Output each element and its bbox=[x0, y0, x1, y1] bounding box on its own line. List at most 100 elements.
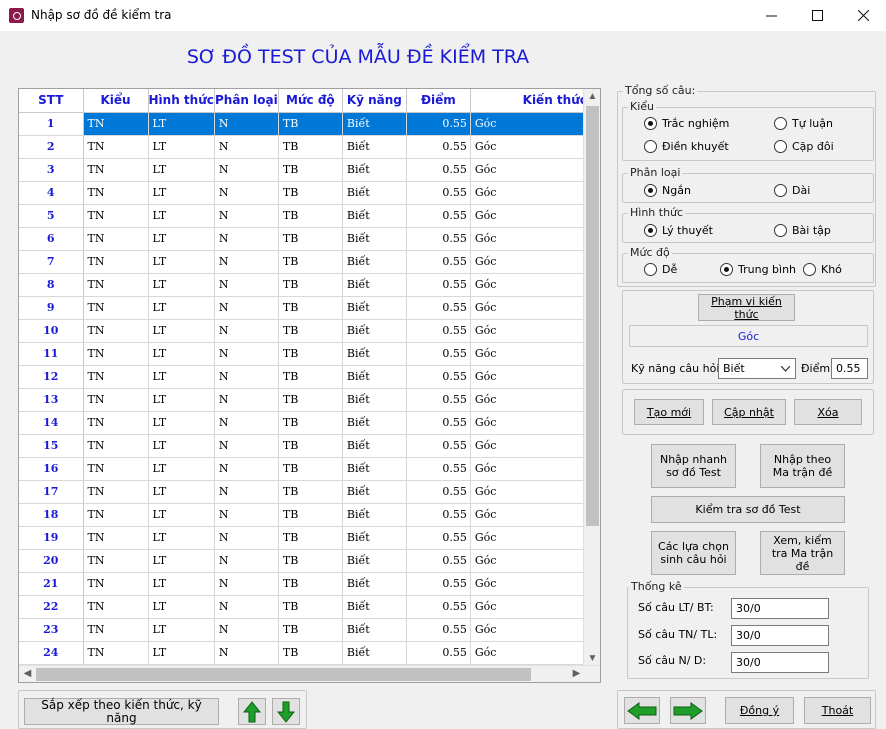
row-number[interactable]: 1 bbox=[19, 112, 84, 136]
table-cell[interactable]: Góc bbox=[470, 273, 588, 297]
table-cell[interactable]: 0.55 bbox=[406, 342, 471, 366]
table-cell[interactable]: TB bbox=[278, 135, 343, 159]
table-cell[interactable]: Biết bbox=[342, 549, 407, 573]
nhap-ma-tran-button[interactable]: Nhập theo Ma trận đề bbox=[760, 444, 845, 488]
table-cell[interactable]: Góc bbox=[470, 572, 588, 596]
table-cell[interactable]: 0.55 bbox=[406, 388, 471, 412]
table-cell[interactable]: N bbox=[214, 641, 279, 665]
radio-cap-doi[interactable]: Cặp đôi bbox=[774, 140, 834, 153]
table-cell[interactable]: LT bbox=[148, 135, 215, 159]
table-row[interactable]: 14 TN LT N TB Biết 0.55 Góc bbox=[19, 411, 588, 435]
table-cell[interactable]: LT bbox=[148, 273, 215, 297]
table-cell[interactable]: N bbox=[214, 549, 279, 573]
table-cell[interactable]: Góc bbox=[470, 457, 588, 481]
table-cell[interactable]: Biết bbox=[342, 342, 407, 366]
table-row[interactable]: 19 TN LT N TB Biết 0.55 Góc bbox=[19, 526, 588, 550]
table-cell[interactable]: TN bbox=[83, 549, 149, 573]
row-number[interactable]: 13 bbox=[19, 388, 84, 412]
table-cell[interactable]: Biết bbox=[342, 526, 407, 550]
table-cell[interactable]: Biết bbox=[342, 595, 407, 619]
table-cell[interactable]: N bbox=[214, 480, 279, 504]
row-number[interactable]: 5 bbox=[19, 204, 84, 228]
table-cell[interactable]: TB bbox=[278, 296, 343, 320]
table-cell[interactable]: 0.55 bbox=[406, 457, 471, 481]
table-cell[interactable]: Góc bbox=[470, 112, 588, 136]
maximize-button[interactable] bbox=[794, 0, 840, 31]
table-cell[interactable]: 0.55 bbox=[406, 595, 471, 619]
table-row[interactable]: 9 TN LT N TB Biết 0.55 Góc bbox=[19, 296, 588, 320]
row-number[interactable]: 24 bbox=[19, 641, 84, 665]
table-cell[interactable]: Biết bbox=[342, 572, 407, 596]
table-cell[interactable]: LT bbox=[148, 595, 215, 619]
table-cell[interactable]: Biết bbox=[342, 158, 407, 182]
table-cell[interactable]: TB bbox=[278, 204, 343, 228]
next-button[interactable] bbox=[670, 697, 706, 724]
row-number[interactable]: 14 bbox=[19, 411, 84, 435]
table-cell[interactable]: N bbox=[214, 503, 279, 527]
table-cell[interactable]: Góc bbox=[470, 434, 588, 458]
table-cell[interactable]: 0.55 bbox=[406, 572, 471, 596]
table-cell[interactable]: LT bbox=[148, 181, 215, 205]
table-cell[interactable]: 0.55 bbox=[406, 296, 471, 320]
table-cell[interactable]: N bbox=[214, 457, 279, 481]
table-cell[interactable]: 0.55 bbox=[406, 503, 471, 527]
table-cell[interactable]: N bbox=[214, 181, 279, 205]
table-cell[interactable]: TN bbox=[83, 457, 149, 481]
table-row[interactable]: 12 TN LT N TB Biết 0.55 Góc bbox=[19, 365, 588, 389]
row-number[interactable]: 21 bbox=[19, 572, 84, 596]
table-cell[interactable]: N bbox=[214, 411, 279, 435]
tn-tl-field[interactable]: 30/0 bbox=[731, 625, 829, 646]
table-cell[interactable]: 0.55 bbox=[406, 434, 471, 458]
table-cell[interactable]: TB bbox=[278, 181, 343, 205]
row-number[interactable]: 10 bbox=[19, 319, 84, 343]
column-header[interactable]: Điểm bbox=[406, 89, 471, 113]
row-number[interactable]: 4 bbox=[19, 181, 84, 205]
table-row[interactable]: 10 TN LT N TB Biết 0.55 Góc bbox=[19, 319, 588, 343]
table-cell[interactable]: 0.55 bbox=[406, 365, 471, 389]
table-row[interactable]: 4 TN LT N TB Biết 0.55 Góc bbox=[19, 181, 588, 205]
table-cell[interactable]: Góc bbox=[470, 641, 588, 665]
table-cell[interactable]: Biết bbox=[342, 388, 407, 412]
thoat-button[interactable]: Thoát bbox=[804, 697, 871, 724]
table-cell[interactable]: LT bbox=[148, 572, 215, 596]
table-cell[interactable]: Góc bbox=[470, 181, 588, 205]
table-cell[interactable]: 0.55 bbox=[406, 135, 471, 159]
table-cell[interactable]: TN bbox=[83, 641, 149, 665]
nhap-nhanh-button[interactable]: Nhập nhanh sơ đồ Test bbox=[651, 444, 736, 488]
table-cell[interactable]: Góc bbox=[470, 319, 588, 343]
table-cell[interactable]: TB bbox=[278, 273, 343, 297]
radio-trac-nghiem[interactable]: Trắc nghiệm bbox=[644, 117, 729, 130]
row-number[interactable]: 9 bbox=[19, 296, 84, 320]
table-cell[interactable]: Biết bbox=[342, 250, 407, 274]
table-cell[interactable]: N bbox=[214, 365, 279, 389]
table-cell[interactable]: N bbox=[214, 135, 279, 159]
row-number[interactable]: 18 bbox=[19, 503, 84, 527]
table-cell[interactable]: N bbox=[214, 434, 279, 458]
kiem-tra-so-do-button[interactable]: Kiểm tra sơ đồ Test bbox=[651, 496, 845, 523]
table-cell[interactable]: 0.55 bbox=[406, 112, 471, 136]
table-cell[interactable]: 0.55 bbox=[406, 227, 471, 251]
minimize-button[interactable] bbox=[748, 0, 794, 31]
table-cell[interactable]: Góc bbox=[470, 227, 588, 251]
table-cell[interactable]: 0.55 bbox=[406, 549, 471, 573]
table-cell[interactable]: N bbox=[214, 342, 279, 366]
table-cell[interactable]: Biết bbox=[342, 480, 407, 504]
table-cell[interactable]: LT bbox=[148, 204, 215, 228]
radio-trung-binh[interactable]: Trung bình bbox=[720, 263, 796, 276]
table-cell[interactable]: TB bbox=[278, 319, 343, 343]
scroll-left-icon[interactable]: ◀ bbox=[19, 668, 36, 679]
table-cell[interactable]: LT bbox=[148, 158, 215, 182]
row-number[interactable]: 7 bbox=[19, 250, 84, 274]
diem-input[interactable]: 0.55 bbox=[831, 358, 868, 379]
table-row[interactable]: 16 TN LT N TB Biết 0.55 Góc bbox=[19, 457, 588, 481]
table-cell[interactable]: 0.55 bbox=[406, 158, 471, 182]
table-cell[interactable]: Biết bbox=[342, 181, 407, 205]
close-button[interactable] bbox=[840, 0, 886, 31]
table-cell[interactable]: Góc bbox=[470, 411, 588, 435]
table-cell[interactable]: Góc bbox=[470, 595, 588, 619]
xem-ma-tran-button[interactable]: Xem, kiểm tra Ma trận đề bbox=[760, 531, 845, 575]
table-cell[interactable]: TN bbox=[83, 434, 149, 458]
table-cell[interactable]: LT bbox=[148, 434, 215, 458]
table-cell[interactable]: TN bbox=[83, 365, 149, 389]
table-cell[interactable]: 0.55 bbox=[406, 480, 471, 504]
